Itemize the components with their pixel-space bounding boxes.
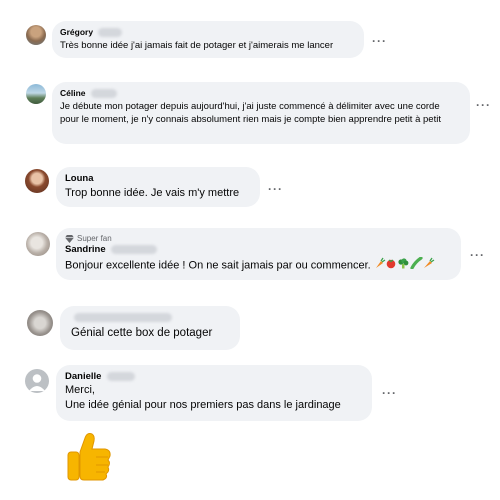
avatar-commenter-5[interactable] bbox=[27, 310, 53, 336]
comment-text: Très bonne idée j'ai jamais fait de pota… bbox=[60, 40, 334, 51]
cucumber-emoji bbox=[410, 256, 423, 270]
more-options-icon[interactable]: ··· bbox=[470, 249, 485, 261]
comment-bubble-gregory: Grégory Très bonne idée j'ai jamais fait… bbox=[52, 21, 364, 58]
comment-bubble-commenter-5: Génial cette box de potager bbox=[60, 306, 240, 350]
default-avatar-icon bbox=[29, 374, 45, 391]
avatar-gregory[interactable] bbox=[26, 25, 46, 45]
comment-author[interactable]: Danielle bbox=[65, 371, 101, 383]
blurred-surname bbox=[98, 28, 123, 38]
more-options-icon[interactable]: ··· bbox=[372, 35, 387, 47]
comment-author[interactable]: Céline bbox=[60, 88, 86, 99]
more-options-icon[interactable]: ··· bbox=[268, 183, 283, 195]
comment-bubble-louna: Louna Trop bonne idée. Je vais m'y mettr… bbox=[56, 167, 260, 207]
carrot-emoji bbox=[375, 257, 386, 268]
comment-text: Génial cette box de potager bbox=[71, 327, 213, 339]
more-options-icon[interactable]: ··· bbox=[476, 99, 491, 111]
comment-text-line-2: Une idée génial pour nos premiers pas da… bbox=[65, 399, 341, 411]
super-fan-label: Super fan bbox=[77, 234, 112, 243]
avatar-sandrine[interactable] bbox=[26, 232, 50, 256]
more-options-icon[interactable]: ··· bbox=[382, 387, 397, 399]
comment-author[interactable]: Grégory bbox=[60, 27, 93, 38]
avatar-louna[interactable] bbox=[25, 169, 49, 193]
veggie-emoji-group bbox=[374, 256, 436, 274]
broccoli-emoji bbox=[398, 258, 409, 269]
avatar-celine[interactable] bbox=[26, 84, 46, 104]
comment-text-line-1: Merci, bbox=[65, 384, 95, 396]
blurred-name bbox=[73, 312, 172, 322]
blurred-surname bbox=[107, 371, 136, 381]
comment-text: Bonjour excellente idée ! On ne sait jam… bbox=[65, 259, 371, 272]
thumbs-up-icon bbox=[67, 433, 111, 481]
super-fan-badge: Super fan bbox=[65, 234, 452, 243]
comment-bubble-sandrine: Super fan Sandrine Bonjour excellente id… bbox=[56, 228, 461, 280]
comment-text: Je débute mon potager depuis aujourd'hui… bbox=[60, 101, 441, 125]
comment-bubble-celine: Céline Je débute mon potager depuis aujo… bbox=[52, 82, 470, 144]
blurred-surname bbox=[90, 89, 117, 99]
diamond-icon bbox=[65, 234, 74, 243]
comment-bubble-danielle: Danielle Merci, Une idée génial pour nos… bbox=[56, 365, 372, 421]
tomato-emoji bbox=[386, 259, 396, 269]
blurred-surname bbox=[111, 244, 158, 254]
avatar-danielle[interactable] bbox=[25, 369, 49, 393]
comment-author[interactable]: Sandrine bbox=[65, 244, 106, 256]
comment-text: Trop bonne idée. Je vais m'y mettre bbox=[65, 187, 240, 199]
comment-author[interactable]: Louna bbox=[65, 173, 94, 185]
carrot-emoji bbox=[423, 257, 435, 268]
